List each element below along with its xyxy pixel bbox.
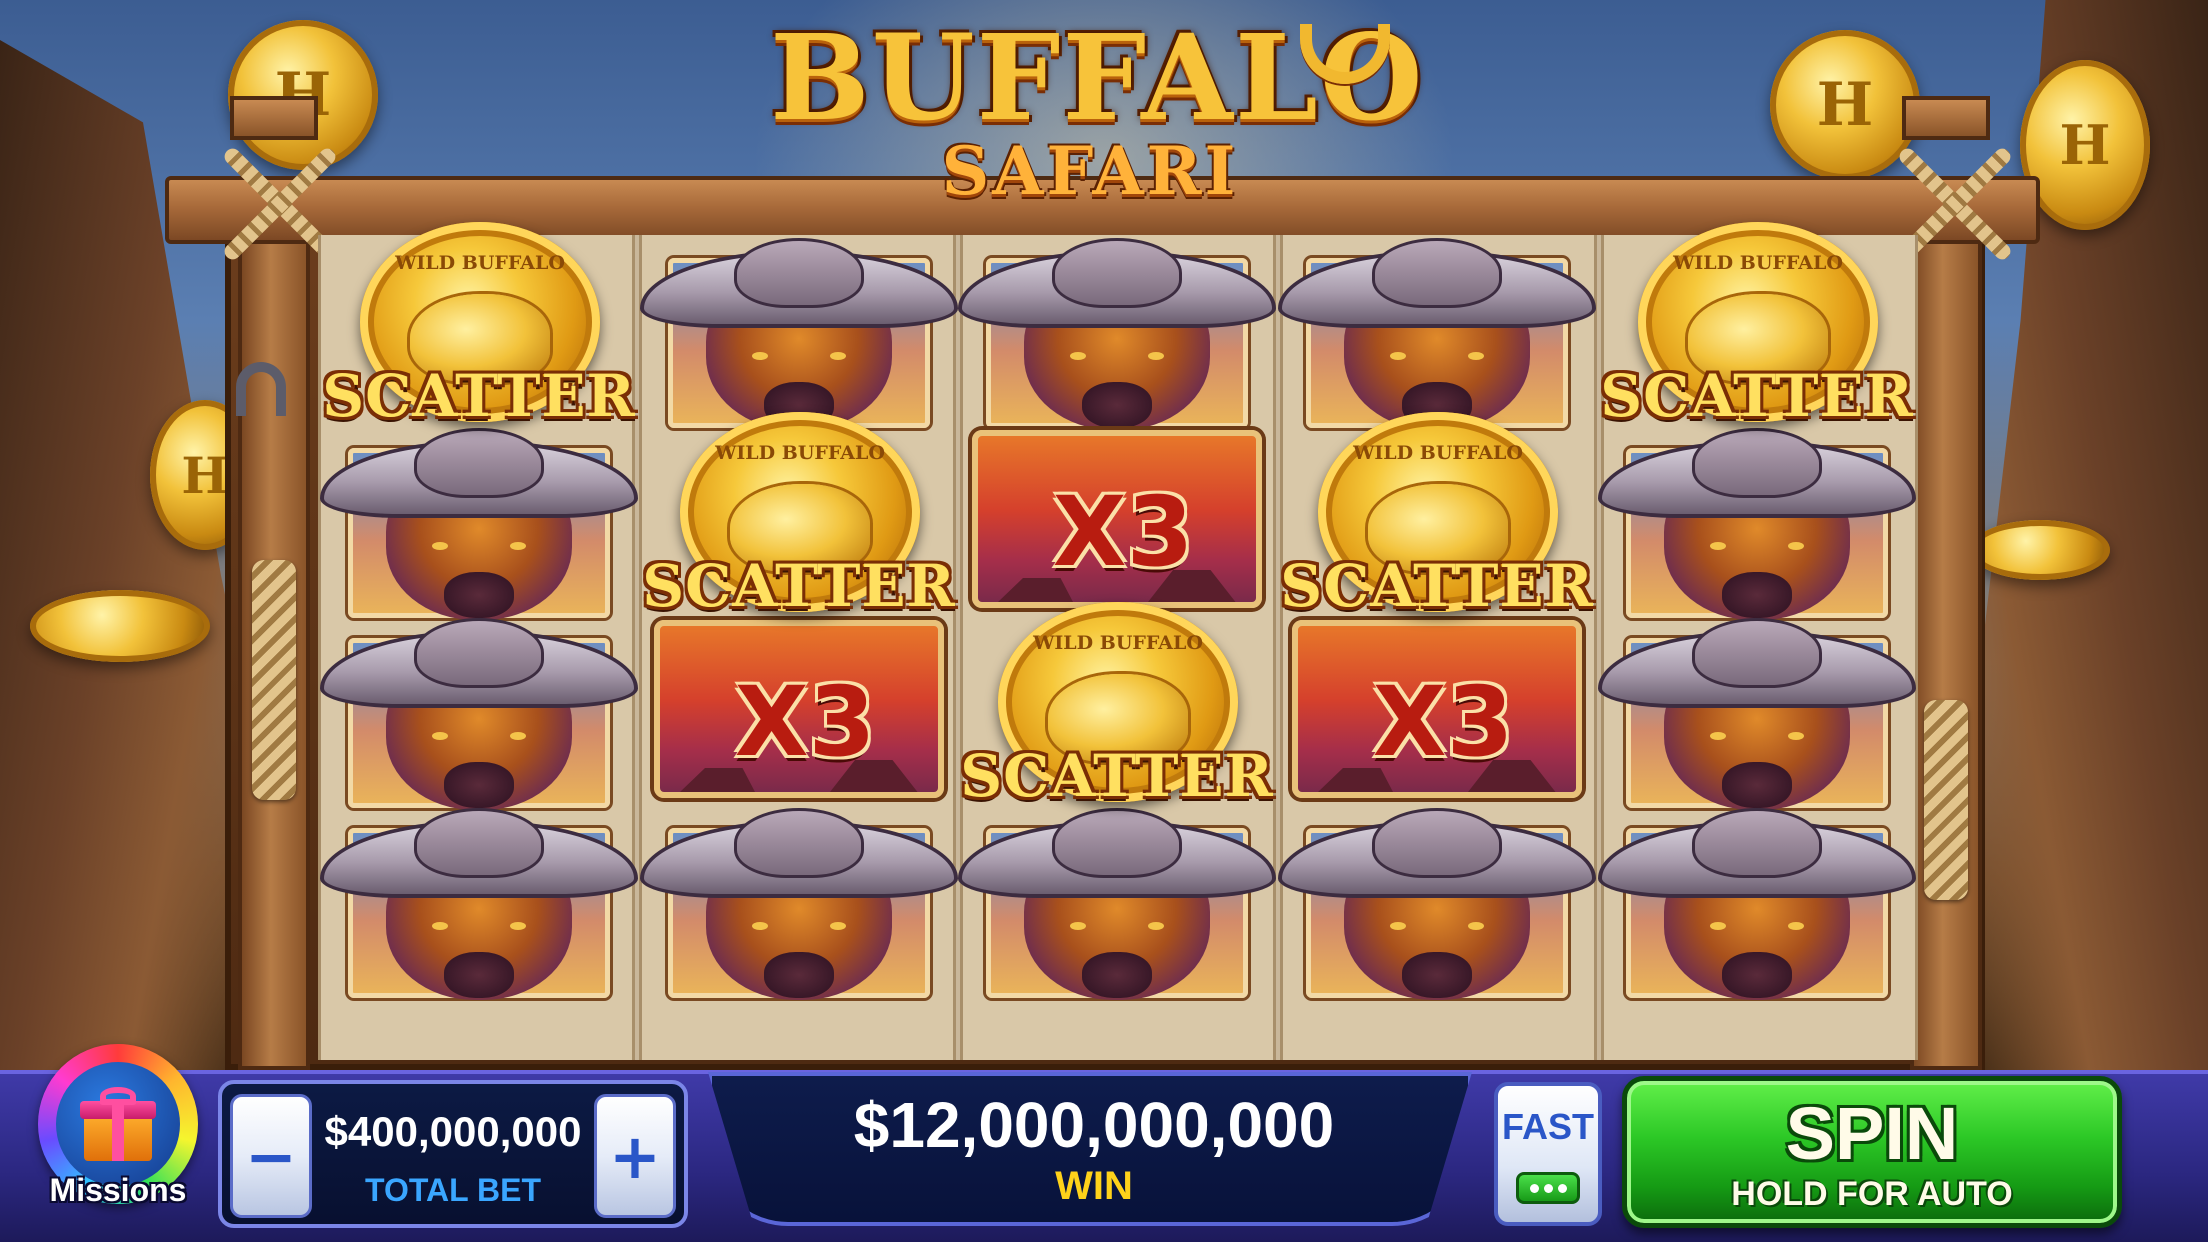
total-bet-panel: − $400,000,000 TOTAL BET + (218, 1080, 688, 1228)
scatter-label: SCATTER (960, 742, 1274, 810)
win-amount: $12,000,000,000 (853, 1089, 1335, 1161)
buffalo-symbol (320, 422, 638, 622)
total-bet-amount: $400,000,000 (324, 1108, 582, 1155)
missions-label: Missions (49, 1172, 187, 1208)
buffalo-symbol (640, 802, 958, 1002)
scatter-label: SCATTER (642, 552, 956, 620)
scatter-coin-text: WILD BUFFALO (715, 442, 885, 464)
scatter-symbol: WILD BUFFALO SCATTER (958, 592, 1276, 810)
scatter-label: SCATTER (322, 362, 636, 430)
buffalo-symbol (1598, 422, 1916, 622)
flying-coin-icon: H (1770, 30, 1920, 180)
flying-coin-icon: H (228, 20, 378, 170)
scatter-symbol: WILD BUFFALO SCATTER (640, 402, 958, 620)
scatter-label: SCATTER (1600, 362, 1914, 430)
buffalo-symbol (320, 802, 638, 1002)
scatter-symbol: WILD BUFFALO SCATTER (1278, 402, 1596, 620)
scatter-symbol: WILD BUFFALO SCATTER (1598, 212, 1916, 430)
rope-wrap-right (1924, 700, 1968, 900)
scatter-coin-text: WILD BUFFALO (1033, 632, 1203, 654)
buffalo-symbol (1278, 802, 1596, 1002)
buffalo-symbol (1598, 612, 1916, 812)
scatter-label: SCATTER (1280, 552, 1594, 620)
scatter-coin-text: WILD BUFFALO (1673, 252, 1843, 274)
buffalo-symbol (320, 612, 638, 812)
multiplier-label: X3 (1052, 476, 1194, 588)
missions-button[interactable]: Missions (30, 1040, 206, 1240)
flying-coin-icon (30, 590, 210, 662)
multiplier-label: X3 (734, 666, 876, 778)
flying-coin-icon (1970, 520, 2110, 580)
multiplier-label: X3 (1372, 666, 1514, 778)
rope-wrap-left (252, 560, 296, 800)
frame-post-right (1910, 210, 1982, 1070)
total-bet-label: TOTAL BET (365, 1172, 541, 1208)
fast-label: FAST (1501, 1106, 1594, 1147)
game-logo: BUFFALO SAFARI (770, 18, 1423, 268)
missions-badge (56, 1062, 180, 1186)
spin-button[interactable]: SPIN HOLD FOR AUTO (1622, 1076, 2122, 1228)
fast-spin-toggle[interactable]: FAST (1494, 1082, 1602, 1226)
spin-hold-for-auto-label: HOLD FOR AUTO (1731, 1175, 2013, 1213)
frame-post-cap-left (230, 96, 318, 140)
scatter-coin-text: WILD BUFFALO (1353, 442, 1523, 464)
frame-post-cap-right (1902, 96, 1990, 140)
win-label: WIN (1055, 1164, 1133, 1208)
horseshoe-icon (236, 362, 286, 416)
multiplier-symbol: X3 (1278, 612, 1596, 812)
scatter-coin-text: WILD BUFFALO (395, 252, 565, 274)
increase-bet-button[interactable]: + (594, 1094, 676, 1218)
win-panel: $12,000,000,000 WIN (708, 1072, 1472, 1226)
fast-indicator-icon (1516, 1172, 1580, 1204)
gift-icon (80, 1087, 156, 1161)
spin-label: SPIN (1785, 1092, 1959, 1175)
scatter-symbol: WILD BUFFALO SCATTER (320, 212, 638, 430)
multiplier-symbol: X3 (640, 612, 958, 812)
buffalo-symbol (1598, 802, 1916, 1002)
decrease-bet-button[interactable]: − (230, 1094, 312, 1218)
buffalo-symbol (958, 802, 1276, 1002)
